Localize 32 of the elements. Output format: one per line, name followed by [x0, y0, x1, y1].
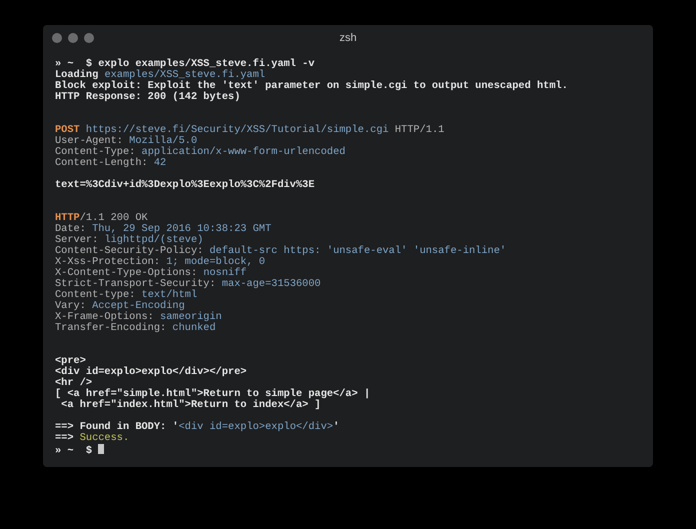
terminal-line: Content-Type: application/x-www-form-urlencoded: [55, 147, 346, 158]
terminal-line: ==> Success.: [55, 433, 130, 444]
terminal-line: Loading examples/XSS_steve.fi.yaml: [55, 70, 266, 81]
terminal-line: HTTP Response: 200 (142 bytes): [55, 92, 240, 103]
terminal-line: <hr />: [55, 378, 92, 389]
terminal-line: » ~ $: [55, 444, 104, 457]
window-title: zsh: [339, 31, 357, 45]
terminal-line: [ <a href="simple.html">Return to simple page</a> |: [55, 389, 370, 400]
terminal-line: X-Frame-Options: sameorigin: [55, 312, 222, 323]
terminal-line: Server: lighttpd/(steve): [55, 235, 204, 246]
terminal-line: Strict-Transport-Security: max-age=31536000: [55, 279, 321, 290]
terminal-line: Content-type: text/html: [55, 290, 198, 301]
terminal-line: <div id=explo>explo</div></pre>: [55, 367, 247, 378]
terminal-line: ==> Found in BODY: '<div id=explo>explo</div>': [55, 422, 340, 433]
terminal-line: X-Xss-Protection: 1; mode=block, 0: [55, 257, 266, 268]
zoom-icon[interactable]: [84, 33, 94, 43]
terminal-line: Date: Thu, 29 Sep 2016 10:38:23 GMT: [55, 224, 272, 235]
terminal-line: Content-Security-Policy: default-src https: 'unsafe-eval' 'unsafe-inline': [55, 246, 506, 257]
terminal-line: Block exploit: Exploit the 'text' parameter on simple.cgi to output unescaped html.: [55, 81, 568, 92]
terminal-line: HTTP/1.1 200 OK: [55, 213, 148, 224]
minimize-icon[interactable]: [68, 33, 78, 43]
terminal-line: <pre>: [55, 356, 86, 367]
terminal-line: Transfer-Encoding: chunked: [55, 323, 216, 334]
terminal-line: Vary: Accept-Encoding: [55, 301, 185, 312]
terminal-line: POST https://steve.fi/Security/XSS/Tutorial/simple.cgi HTTP/1.1: [55, 125, 444, 136]
terminal-line: X-Content-Type-Options: nosniff: [55, 268, 247, 279]
terminal-line: Content-Length: 42: [55, 158, 166, 169]
terminal-line: User-Agent: Mozilla/5.0: [55, 136, 198, 147]
terminal-line: text=%3Cdiv+id%3Dexplo%3Eexplo%3C%2Fdiv%3E: [55, 180, 315, 191]
close-icon[interactable]: [52, 33, 62, 43]
terminal-line: » ~ $ explo examples/XSS_steve.fi.yaml -v: [55, 59, 315, 70]
terminal-line: <a href="index.html">Return to index</a> ]: [60, 400, 321, 411]
